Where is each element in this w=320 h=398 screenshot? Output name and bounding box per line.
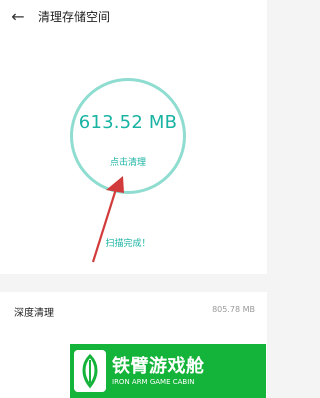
storage-size: 613.52 MB <box>78 112 178 133</box>
deep-clean-row[interactable]: 深度清理 805.78 MB <box>0 292 267 330</box>
watermark-badge: 铁臂游戏舱 IRON ARM GAME CABIN <box>70 344 266 398</box>
storage-ring <box>70 78 186 194</box>
watermark-title: 铁臂游戏舱 <box>112 356 205 377</box>
scan-card: 613.52 MB 点击清理 扫描完成！ <box>0 34 267 274</box>
scan-status: 扫描完成！ <box>105 239 151 249</box>
watermark-subtitle: IRON ARM GAME CABIN <box>112 378 195 386</box>
arrow-left-icon: ← <box>11 7 25 26</box>
page-title: 清理存储空间 <box>38 10 111 24</box>
clean-now-link[interactable]: 点击清理 <box>0 155 256 168</box>
leaf-logo-icon <box>74 350 106 392</box>
back-button[interactable]: ← <box>8 7 28 27</box>
top-bar: ← 清理存储空间 <box>0 0 267 34</box>
deep-clean-size: 805.78 MB <box>212 305 255 314</box>
deep-clean-label: 深度清理 <box>14 308 54 319</box>
